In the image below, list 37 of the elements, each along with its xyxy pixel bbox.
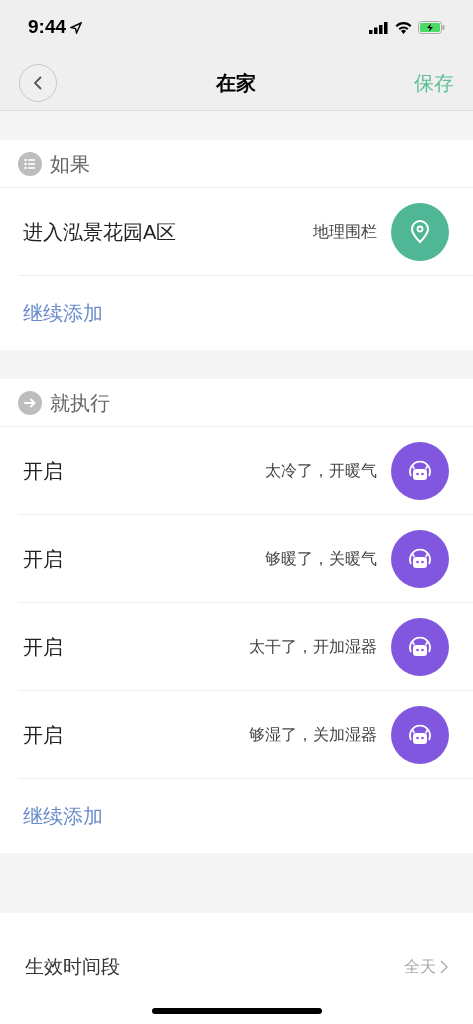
period-value: 全天 [404,957,436,977]
chevron-left-icon [33,75,43,90]
row-label: 进入泓景花园A区 [23,219,177,245]
row-label: 开启 [23,722,63,748]
arrow-right-icon [18,390,42,415]
page-title: 在家 [215,70,256,96]
add-more-link[interactable]: 继续添加 [23,801,103,831]
row-detail: 太冷了，开暖气 [265,460,377,481]
chevron-right-icon [440,960,448,974]
location-arrow-icon [70,21,83,34]
rule-row[interactable]: 开启 够湿了，关加湿器 [18,691,473,779]
row-detail: 太干了，开加湿器 [249,636,377,657]
section-title: 就执行 [50,390,110,416]
period-label: 生效时间段 [25,955,120,979]
rule-row[interactable]: 开启 太冷了，开暖气 [18,427,473,515]
row-detail: 够湿了，关加湿器 [249,724,377,745]
robot-icon [391,441,449,500]
row-label: 开启 [23,458,63,484]
robot-icon [391,705,449,764]
list-icon [18,151,42,176]
wifi-icon [395,21,412,34]
row-label: 开启 [23,546,63,572]
robot-icon [391,617,449,676]
row-detail: 够暖了，关暖气 [265,548,377,569]
rule-row[interactable]: 开启 够暖了，关暖气 [18,515,473,603]
location-pin-icon [391,202,449,261]
row-detail: 地理围栏 [313,221,377,242]
section-title: 如果 [50,151,90,177]
row-label: 开启 [23,634,63,660]
battery-charging-icon [418,21,445,34]
rule-row[interactable]: 开启 太干了，开加湿器 [18,603,473,691]
add-more-link[interactable]: 继续添加 [23,298,103,328]
status-time: 9:44 [28,15,67,40]
rule-row[interactable]: 进入泓景花园A区 地理围栏 [18,188,473,276]
period-row[interactable]: 生效时间段 全天 [0,913,473,1024]
signal-icon [369,21,389,34]
robot-icon [391,529,449,588]
